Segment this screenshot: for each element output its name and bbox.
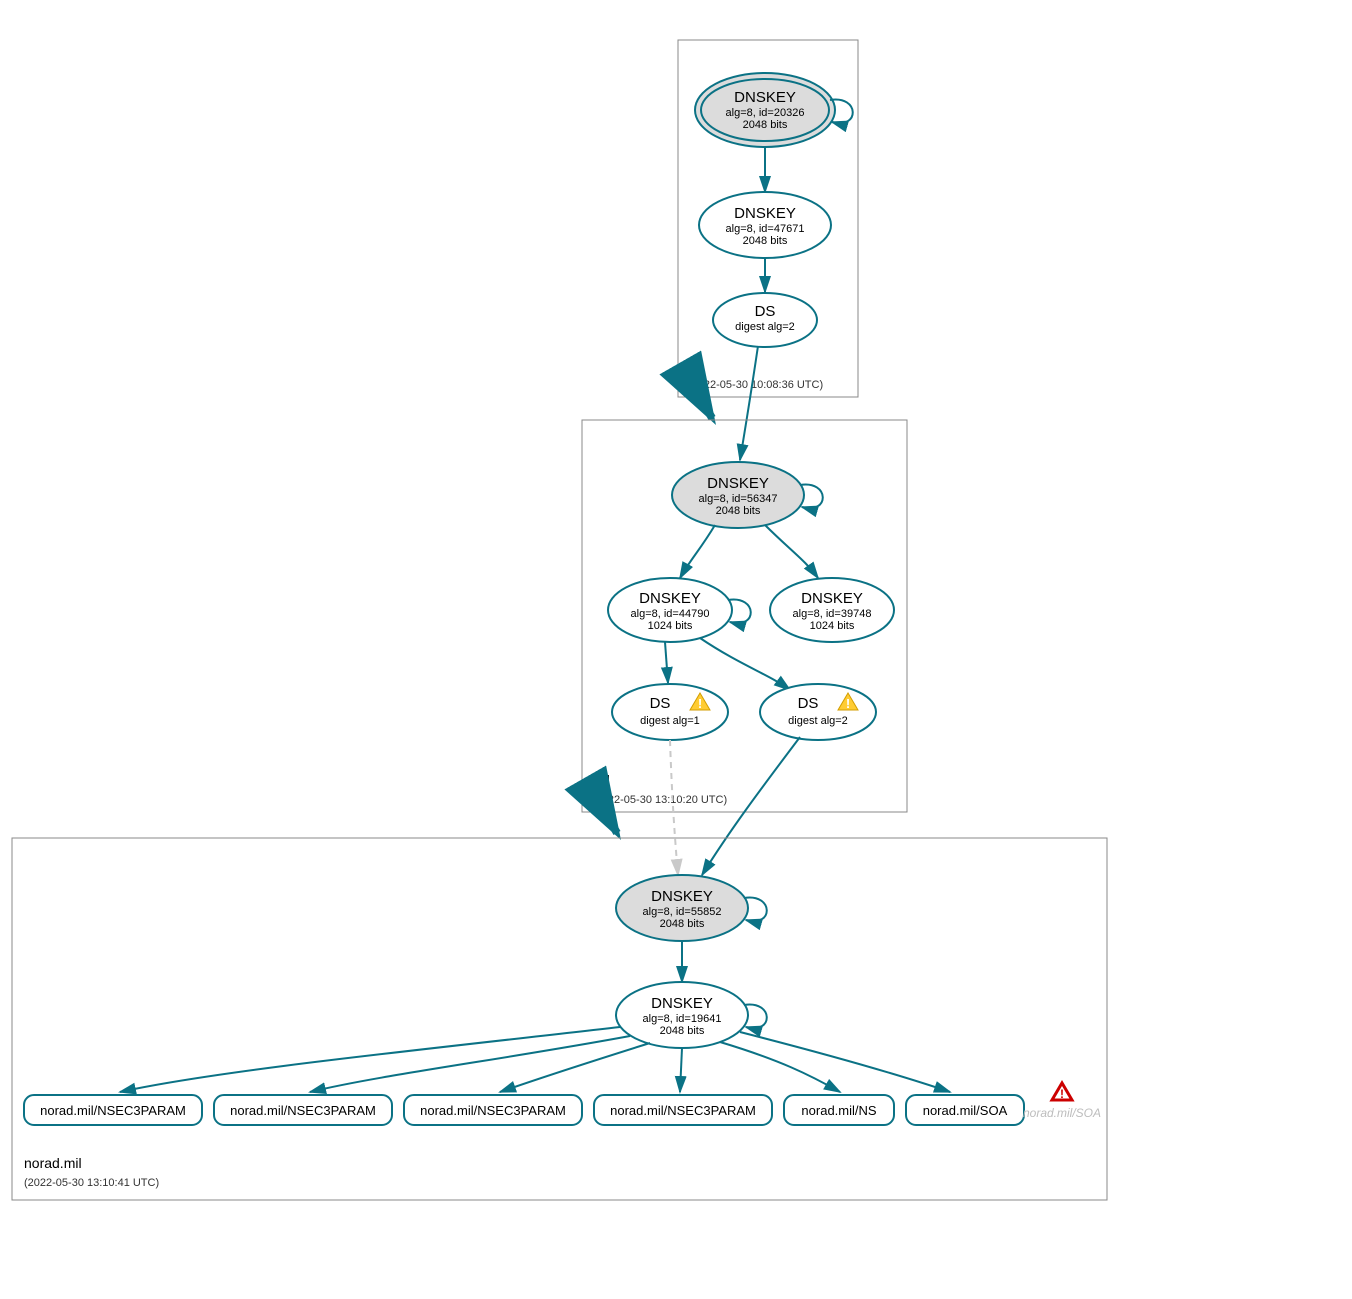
svg-text:2048 bits: 2048 bits	[660, 918, 705, 930]
dnssec-graph: . (2022-05-30 10:08:36 UTC) DNSKEY alg=8…	[0, 0, 1352, 1299]
svg-text:alg=8, id=55852: alg=8, id=55852	[643, 906, 722, 918]
node-mil-ds1: DS digest alg=1 !	[612, 684, 728, 740]
svg-text:alg=8, id=39748: alg=8, id=39748	[793, 608, 872, 620]
zone-mil: mil (2022-05-30 13:10:20 UTC) DNSKEY alg…	[582, 420, 907, 812]
svg-text:DNSKEY: DNSKEY	[734, 205, 796, 222]
rrset-nsec3param-4: norad.mil/NSEC3PARAM	[594, 1095, 772, 1125]
svg-text:norad.mil/SOA: norad.mil/SOA	[1023, 1106, 1101, 1120]
svg-text:alg=8, id=19641: alg=8, id=19641	[643, 1013, 722, 1025]
error-icon: !	[1052, 1083, 1072, 1101]
node-root-zsk: DNSKEY alg=8, id=47671 2048 bits	[699, 192, 831, 258]
node-root-ksk: DNSKEY alg=8, id=20326 2048 bits	[695, 73, 853, 147]
svg-text:DS: DS	[755, 303, 776, 320]
svg-text:digest alg=2: digest alg=2	[735, 321, 795, 333]
svg-text:norad.mil/NSEC3PARAM: norad.mil/NSEC3PARAM	[40, 1103, 186, 1118]
zone-norad: norad.mil (2022-05-30 13:10:41 UTC) DNSK…	[12, 838, 1107, 1200]
svg-text:norad.mil/SOA: norad.mil/SOA	[923, 1103, 1008, 1118]
zone-mil-timestamp: (2022-05-30 13:10:20 UTC)	[592, 794, 727, 806]
svg-text:alg=8, id=47671: alg=8, id=47671	[726, 223, 805, 235]
rrset-nsec3param-1: norad.mil/NSEC3PARAM	[24, 1095, 202, 1125]
svg-text:norad.mil/NSEC3PARAM: norad.mil/NSEC3PARAM	[230, 1103, 376, 1118]
svg-text:DNSKEY: DNSKEY	[639, 590, 701, 607]
svg-text:1024 bits: 1024 bits	[810, 620, 855, 632]
node-norad-ksk: DNSKEY alg=8, id=55852 2048 bits	[616, 875, 767, 941]
svg-text:alg=8, id=44790: alg=8, id=44790	[631, 608, 710, 620]
zone-root: . (2022-05-30 10:08:36 UTC) DNSKEY alg=8…	[678, 40, 858, 397]
rrset-nsec3param-2: norad.mil/NSEC3PARAM	[214, 1095, 392, 1125]
svg-text:2048 bits: 2048 bits	[660, 1025, 705, 1037]
svg-text:digest alg=1: digest alg=1	[640, 715, 700, 727]
zone-norad-label: norad.mil	[24, 1155, 82, 1171]
svg-text:alg=8, id=56347: alg=8, id=56347	[699, 493, 778, 505]
svg-text:norad.mil/NSEC3PARAM: norad.mil/NSEC3PARAM	[610, 1103, 756, 1118]
svg-text:norad.mil/NSEC3PARAM: norad.mil/NSEC3PARAM	[420, 1103, 566, 1118]
svg-text:2048 bits: 2048 bits	[743, 235, 788, 247]
node-mil-zsk1: DNSKEY alg=8, id=44790 1024 bits	[608, 578, 751, 642]
svg-text:DNSKEY: DNSKEY	[801, 590, 863, 607]
svg-text:DS: DS	[650, 695, 671, 712]
node-mil-zsk2: DNSKEY alg=8, id=39748 1024 bits	[770, 578, 894, 642]
svg-text:!: !	[698, 696, 702, 711]
node-root-ds: DS digest alg=2	[713, 293, 817, 347]
rrset-soa-ghost: norad.mil/SOA !	[1023, 1083, 1101, 1120]
rrset-soa: norad.mil/SOA	[906, 1095, 1024, 1125]
zone-mil-label: mil	[592, 772, 610, 788]
zone-norad-timestamp: (2022-05-30 13:10:41 UTC)	[24, 1177, 159, 1189]
zone-root-timestamp: (2022-05-30 10:08:36 UTC)	[688, 379, 823, 391]
svg-text:DNSKEY: DNSKEY	[707, 475, 769, 492]
svg-text:1024 bits: 1024 bits	[648, 620, 693, 632]
svg-text:2048 bits: 2048 bits	[716, 505, 761, 517]
svg-text:!: !	[846, 696, 850, 711]
rrset-ns: norad.mil/NS	[784, 1095, 894, 1125]
node-mil-ksk: DNSKEY alg=8, id=56347 2048 bits	[672, 462, 823, 528]
rrset-nsec3param-3: norad.mil/NSEC3PARAM	[404, 1095, 582, 1125]
svg-text:DNSKEY: DNSKEY	[651, 888, 713, 905]
node-norad-zsk: DNSKEY alg=8, id=19641 2048 bits	[616, 982, 767, 1048]
svg-text:2048 bits: 2048 bits	[743, 119, 788, 131]
zone-root-label: .	[688, 357, 692, 373]
svg-text:alg=8, id=20326: alg=8, id=20326	[726, 107, 805, 119]
svg-text:DS: DS	[798, 695, 819, 712]
svg-text:digest alg=2: digest alg=2	[788, 715, 848, 727]
svg-text:DNSKEY: DNSKEY	[734, 89, 796, 106]
node-mil-ds2: DS digest alg=2 !	[760, 684, 876, 740]
svg-text:norad.mil/NS: norad.mil/NS	[801, 1103, 876, 1118]
svg-text:DNSKEY: DNSKEY	[651, 995, 713, 1012]
svg-text:!: !	[1060, 1087, 1064, 1101]
